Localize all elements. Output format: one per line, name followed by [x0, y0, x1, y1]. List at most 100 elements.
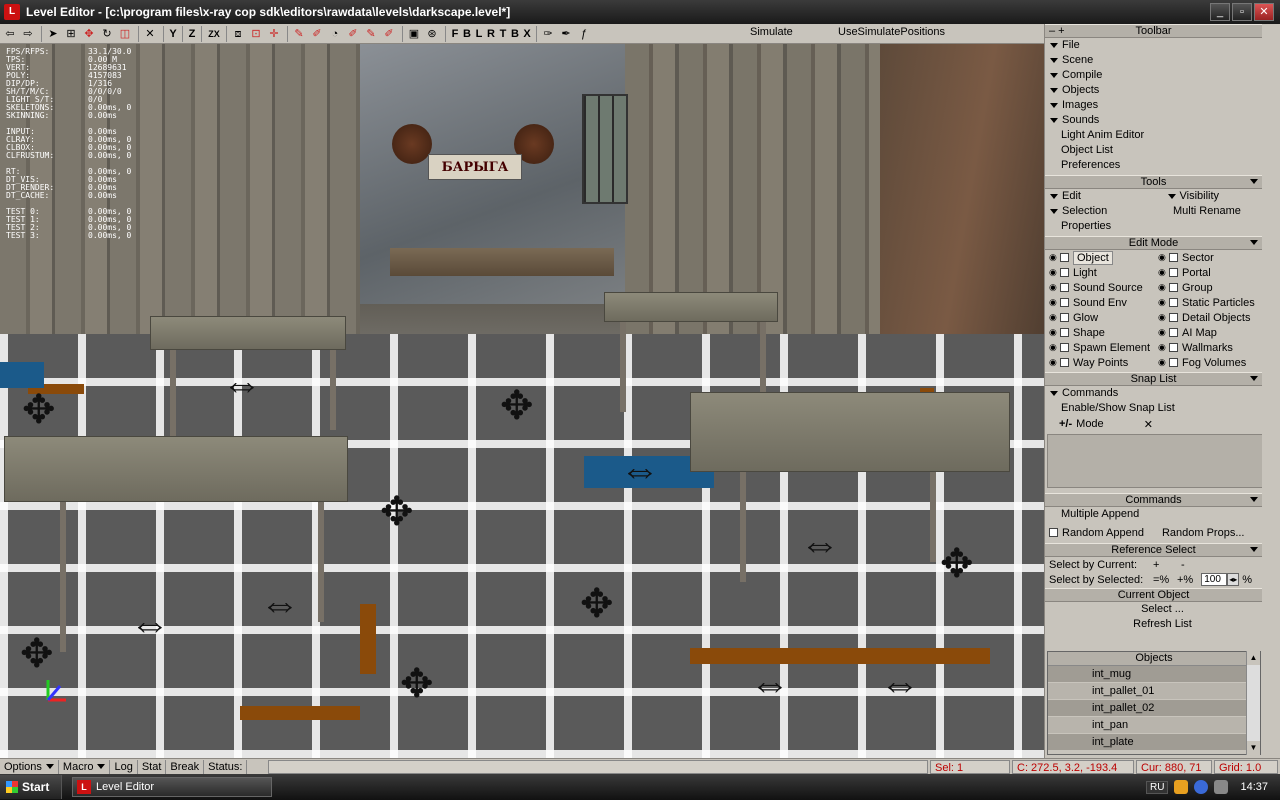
view-front-button[interactable]: F — [449, 26, 461, 42]
eye-icon[interactable]: ◉ — [1049, 358, 1058, 367]
log-button[interactable]: Log — [110, 759, 138, 774]
checkbox[interactable] — [1060, 313, 1069, 322]
edit-mode-detail-objects[interactable]: ◉ Detail Objects — [1154, 312, 1263, 324]
checkbox[interactable] — [1169, 253, 1178, 262]
view-left-button[interactable]: L — [473, 26, 485, 42]
checkbox[interactable] — [1169, 298, 1178, 307]
network-icon[interactable] — [1194, 780, 1209, 794]
toolbar-section-header[interactable]: – + Toolbar — [1045, 24, 1262, 38]
collapse-minus-icon[interactable]: – + — [1049, 25, 1065, 37]
checkbox[interactable] — [1169, 313, 1178, 322]
menu-images[interactable]: Images — [1045, 98, 1280, 113]
3d-viewport[interactable]: БАРЫГА ✥ ⇔ ✥ ⇔ ✥ ✥ ✥ ⇔ ⇔ ⇔ ✥ ⇔ ⇔ ✥ FPS/R… — [0, 44, 1044, 758]
menu-objects[interactable]: Objects — [1045, 83, 1280, 98]
menu-sounds[interactable]: Sounds — [1045, 113, 1280, 128]
eye-icon[interactable]: ◉ — [1158, 313, 1167, 322]
eye-icon[interactable]: ◉ — [1049, 343, 1058, 352]
edit-mode-way-points[interactable]: ◉ Way Points — [1045, 357, 1154, 369]
taskbar-item-level-editor[interactable]: L Level Editor — [72, 777, 272, 797]
list-item[interactable]: int_pallet_02 — [1048, 700, 1260, 717]
scale-snap-icon[interactable]: ✎ — [363, 26, 379, 42]
grid-snap-icon[interactable]: ⊡ — [248, 26, 264, 42]
scale-tool-icon[interactable]: ◫ — [117, 26, 133, 42]
checkbox[interactable] — [1169, 343, 1178, 352]
select-current-minus-button[interactable]: - — [1181, 559, 1185, 571]
clear-snap-icon[interactable]: ✕ — [1144, 418, 1153, 431]
axis-x-icon[interactable]: ✕ — [142, 26, 158, 42]
checkbox[interactable] — [1169, 268, 1178, 277]
eye-icon[interactable]: ◉ — [1049, 313, 1058, 322]
snap-commands[interactable]: Commands — [1045, 386, 1280, 401]
options-menu[interactable]: Options — [0, 759, 59, 774]
view-reset-button[interactable]: X — [521, 26, 533, 42]
close-button[interactable]: ✕ — [1254, 3, 1274, 21]
start-button[interactable]: Start — [0, 775, 62, 799]
eye-icon[interactable]: ◉ — [1158, 268, 1167, 277]
eye-icon[interactable]: ◉ — [1158, 358, 1167, 367]
checkbox[interactable] — [1060, 328, 1069, 337]
select-plus-percent-button[interactable]: +% — [1177, 574, 1193, 586]
zoom-icon[interactable]: ⊛ — [424, 26, 440, 42]
checkbox[interactable] — [1049, 528, 1058, 537]
edit-mode-ai-map[interactable]: ◉ AI Map — [1154, 327, 1263, 339]
wooden-table[interactable] — [150, 316, 346, 350]
checkbox[interactable] — [1060, 253, 1069, 262]
reference-select-header[interactable]: Reference Select — [1045, 543, 1262, 557]
edit-mode-spawn-element[interactable]: ◉ Spawn Element — [1045, 342, 1154, 354]
draw-icon[interactable]: ✒ — [558, 26, 574, 42]
list-item[interactable]: int_pan — [1048, 717, 1260, 734]
view-right-button[interactable]: R — [485, 26, 497, 42]
enable-show-snap-list[interactable]: Enable/Show Snap List — [1045, 401, 1280, 416]
eye-icon[interactable]: ◉ — [1049, 298, 1058, 307]
axis-zx-button[interactable]: ZX — [205, 26, 223, 42]
random-append-label[interactable]: Random Append — [1062, 527, 1144, 539]
checkbox[interactable] — [1060, 268, 1069, 277]
eye-icon[interactable]: ◉ — [1049, 328, 1058, 337]
multiple-append-button[interactable]: Multiple Append — [1045, 507, 1280, 522]
scroll-down-icon[interactable]: ▼ — [1247, 741, 1260, 755]
edit-mode-wallmarks[interactable]: ◉ Wallmarks — [1154, 342, 1263, 354]
eye-icon[interactable]: ◉ — [1049, 253, 1058, 262]
stat-button[interactable]: Stat — [138, 759, 167, 774]
angle-snap-icon[interactable]: ◔ — [327, 26, 343, 42]
eye-icon[interactable]: ◉ — [1158, 253, 1167, 262]
wooden-table[interactable] — [604, 292, 778, 322]
edit-mode-sound-source[interactable]: ◉ Sound Source — [1045, 282, 1154, 294]
collapse-arrow-icon[interactable] — [1250, 240, 1258, 245]
edit-mode-sound-env[interactable]: ◉ Sound Env — [1045, 297, 1154, 309]
edit-mode-glow[interactable]: ◉ Glow — [1045, 312, 1154, 324]
move-snap-icon[interactable]: ✐ — [345, 26, 361, 42]
list-item[interactable]: int_mug — [1048, 666, 1260, 683]
simulate-button[interactable]: Simulate — [750, 26, 793, 38]
list-item[interactable]: int_plate — [1048, 734, 1260, 751]
random-props-button[interactable]: Random Props... — [1162, 527, 1245, 539]
checkbox[interactable] — [1060, 298, 1069, 307]
spinner-icon[interactable]: ◂▸ — [1227, 573, 1240, 586]
pen-icon[interactable]: ✑ — [540, 26, 556, 42]
forward-arrow-icon[interactable]: ⇨ — [20, 26, 36, 42]
macro-menu[interactable]: Macro — [59, 759, 111, 774]
edit-mode-portal[interactable]: ◉ Portal — [1154, 267, 1263, 279]
tools-edit[interactable]: Edit — [1045, 189, 1163, 204]
refresh-list-button[interactable]: Refresh List — [1045, 617, 1280, 632]
select-object-button[interactable]: Select ... — [1045, 602, 1280, 617]
edit-mode-header[interactable]: Edit Mode — [1045, 236, 1262, 250]
checkbox[interactable] — [1169, 283, 1178, 292]
tools-properties[interactable]: Properties — [1045, 219, 1280, 234]
eye-icon[interactable]: ◉ — [1158, 328, 1167, 337]
checkbox[interactable] — [1169, 328, 1178, 337]
checkbox[interactable] — [1060, 283, 1069, 292]
menu-scene[interactable]: Scene — [1045, 53, 1280, 68]
maximize-button[interactable]: ▫ — [1232, 3, 1252, 21]
title-bar[interactable]: L Level Editor - [c:\program files\x-ray… — [0, 0, 1280, 24]
vertex-snap-icon[interactable]: ✐ — [381, 26, 397, 42]
wooden-table[interactable] — [690, 392, 1010, 472]
view-top-button[interactable]: T — [497, 26, 509, 42]
axis-y-button[interactable]: Y — [167, 26, 179, 42]
menu-light-anim-editor[interactable]: Light Anim Editor — [1045, 128, 1280, 143]
object-snap-icon[interactable]: ✛ — [266, 26, 282, 42]
collapse-arrow-icon[interactable] — [1250, 376, 1258, 381]
menu-file[interactable]: File — [1045, 38, 1280, 53]
collapse-arrow-icon[interactable] — [1250, 497, 1258, 502]
current-object-header[interactable]: Current Object — [1045, 588, 1262, 602]
